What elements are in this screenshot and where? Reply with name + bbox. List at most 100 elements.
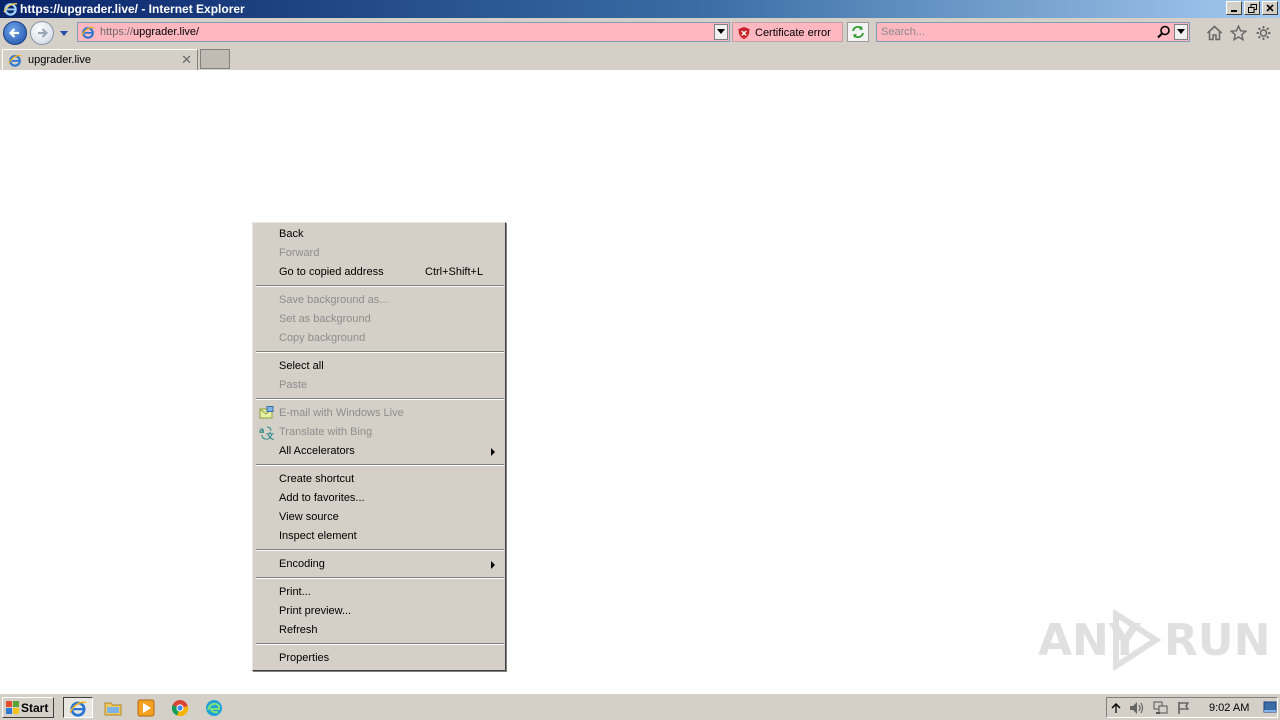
menu-item-label: Inspect element — [279, 530, 357, 542]
chevron-down-icon — [60, 31, 68, 36]
svg-text:文: 文 — [266, 431, 274, 440]
back-arrow-icon — [8, 28, 19, 38]
menu-item-label: Save background as... — [279, 294, 389, 306]
windows-logo-icon — [5, 700, 20, 718]
taskbar-edge[interactable] — [199, 697, 229, 718]
minimize-button[interactable] — [1226, 1, 1242, 15]
search-box[interactable] — [876, 22, 1190, 42]
tab-row: upgrader.live ✕ — [0, 48, 1280, 70]
action-center-flag-icon[interactable] — [1177, 701, 1191, 718]
menu-item-shortcut: Ctrl+Shift+L — [425, 266, 484, 278]
menu-item-translate-bing[interactable]: a文 Translate with Bing — [255, 423, 503, 442]
menu-item-set-as-background[interactable]: Set as background — [255, 310, 503, 329]
menu-item-print[interactable]: Print... — [255, 583, 503, 602]
start-label: Start — [21, 701, 49, 715]
recent-pages-dropdown[interactable] — [59, 27, 69, 41]
search-dropdown-button[interactable] — [1174, 24, 1188, 40]
forward-button[interactable] — [30, 21, 54, 45]
menu-separator — [256, 549, 504, 551]
menu-item-view-source[interactable]: View source — [255, 508, 503, 527]
internet-explorer-icon — [69, 701, 86, 717]
menu-item-label: Print preview... — [279, 605, 352, 617]
menu-item-label: All Accelerators — [279, 445, 355, 457]
restore-button[interactable] — [1244, 1, 1260, 15]
url-protocol: https:// — [100, 26, 134, 38]
close-tab-icon[interactable]: ✕ — [181, 52, 192, 68]
menu-item-encoding[interactable]: Encoding — [255, 555, 503, 574]
menu-item-go-to-copied-address[interactable]: Go to copied address Ctrl+Shift+L — [255, 263, 503, 282]
edge-icon — [206, 699, 222, 716]
volume-icon[interactable] — [1129, 701, 1145, 718]
tab-upgrader[interactable]: upgrader.live ✕ — [2, 49, 198, 70]
menu-separator — [256, 464, 504, 466]
address-dropdown-button[interactable] — [714, 24, 728, 40]
search-icon[interactable] — [1157, 25, 1171, 42]
chevron-down-icon — [1177, 29, 1185, 34]
menu-item-all-accelerators[interactable]: All Accelerators — [255, 442, 503, 461]
network-icon[interactable] — [1153, 701, 1169, 718]
home-icon[interactable] — [1206, 25, 1223, 44]
context-menu: Back Forward Go to copied address Ctrl+Sh… — [252, 222, 506, 671]
menu-item-label: View source — [279, 511, 339, 523]
clock[interactable]: 9:02 AM — [1209, 702, 1249, 714]
forward-arrow-icon — [38, 28, 49, 38]
url-text[interactable]: https://upgrader.live/ — [100, 26, 199, 38]
page-ie-icon — [81, 25, 95, 42]
menu-item-back[interactable]: Back — [255, 225, 503, 244]
menu-separator — [256, 398, 504, 400]
svg-text:a: a — [259, 426, 264, 435]
menu-item-print-preview[interactable]: Print preview... — [255, 602, 503, 621]
search-input[interactable] — [879, 24, 1149, 40]
submenu-arrow-icon — [491, 561, 495, 569]
menu-item-save-background[interactable]: Save background as... — [255, 291, 503, 310]
taskbar-internet-explorer[interactable] — [63, 697, 93, 718]
menu-item-email-windows-live[interactable]: E-mail with Windows Live — [255, 404, 503, 423]
menu-item-label: Forward — [279, 247, 320, 259]
menu-item-label: Select all — [279, 360, 324, 372]
media-player-icon — [137, 699, 155, 716]
chrome-icon — [171, 699, 189, 716]
title-bar: https://upgrader.live/ - Internet Explor… — [0, 0, 1280, 18]
certificate-error-label: Certificate error — [755, 27, 831, 39]
taskbar-media-player[interactable] — [131, 697, 161, 718]
start-button[interactable]: Start — [2, 697, 54, 718]
restore-icon — [1247, 3, 1257, 13]
menu-item-add-to-favorites[interactable]: Add to favorites... — [255, 489, 503, 508]
close-icon — [1266, 4, 1274, 12]
menu-separator — [256, 351, 504, 353]
anyrun-watermark: ANY RUN — [1038, 610, 1270, 670]
taskbar-file-explorer[interactable] — [98, 697, 128, 718]
menu-item-properties[interactable]: Properties — [255, 649, 503, 668]
navigation-bar: https://upgrader.live/ Certificate error — [0, 18, 1280, 48]
url-host: upgrader.live/ — [133, 26, 200, 38]
favorites-star-icon[interactable] — [1229, 24, 1248, 44]
menu-item-label: Copy background — [279, 332, 366, 344]
menu-item-label: Set as background — [279, 313, 371, 325]
taskbar-chrome[interactable] — [165, 697, 195, 718]
menu-item-copy-background[interactable]: Copy background — [255, 329, 503, 348]
menu-item-paste[interactable]: Paste — [255, 376, 503, 395]
menu-item-forward[interactable]: Forward — [255, 244, 503, 263]
gear-icon[interactable] — [1255, 25, 1272, 44]
certificate-error-button[interactable]: Certificate error — [732, 22, 843, 42]
menu-item-label: Refresh — [279, 624, 318, 636]
show-hidden-icons-chevron-icon[interactable] — [1111, 701, 1121, 718]
menu-item-label: E-mail with Windows Live — [279, 407, 404, 419]
show-desktop-icon[interactable] — [1263, 700, 1277, 717]
new-tab-button[interactable] — [200, 49, 230, 69]
page-ie-icon — [8, 53, 22, 70]
close-button[interactable] — [1262, 1, 1278, 15]
menu-item-inspect-element[interactable]: Inspect element — [255, 527, 503, 546]
play-logo-icon — [1113, 610, 1162, 670]
address-bar[interactable]: https://upgrader.live/ — [77, 22, 730, 42]
shield-error-icon — [737, 26, 751, 43]
watermark-right-text: RUN — [1164, 615, 1271, 666]
compatibility-view-button[interactable] — [847, 22, 869, 42]
menu-item-label: Add to favorites... — [279, 492, 365, 504]
back-button[interactable] — [3, 21, 27, 45]
menu-item-select-all[interactable]: Select all — [255, 357, 503, 376]
menu-separator — [256, 577, 504, 579]
window-title: https://upgrader.live/ - Internet Explor… — [20, 2, 245, 16]
menu-item-create-shortcut[interactable]: Create shortcut — [255, 470, 503, 489]
menu-item-refresh[interactable]: Refresh — [255, 621, 503, 640]
